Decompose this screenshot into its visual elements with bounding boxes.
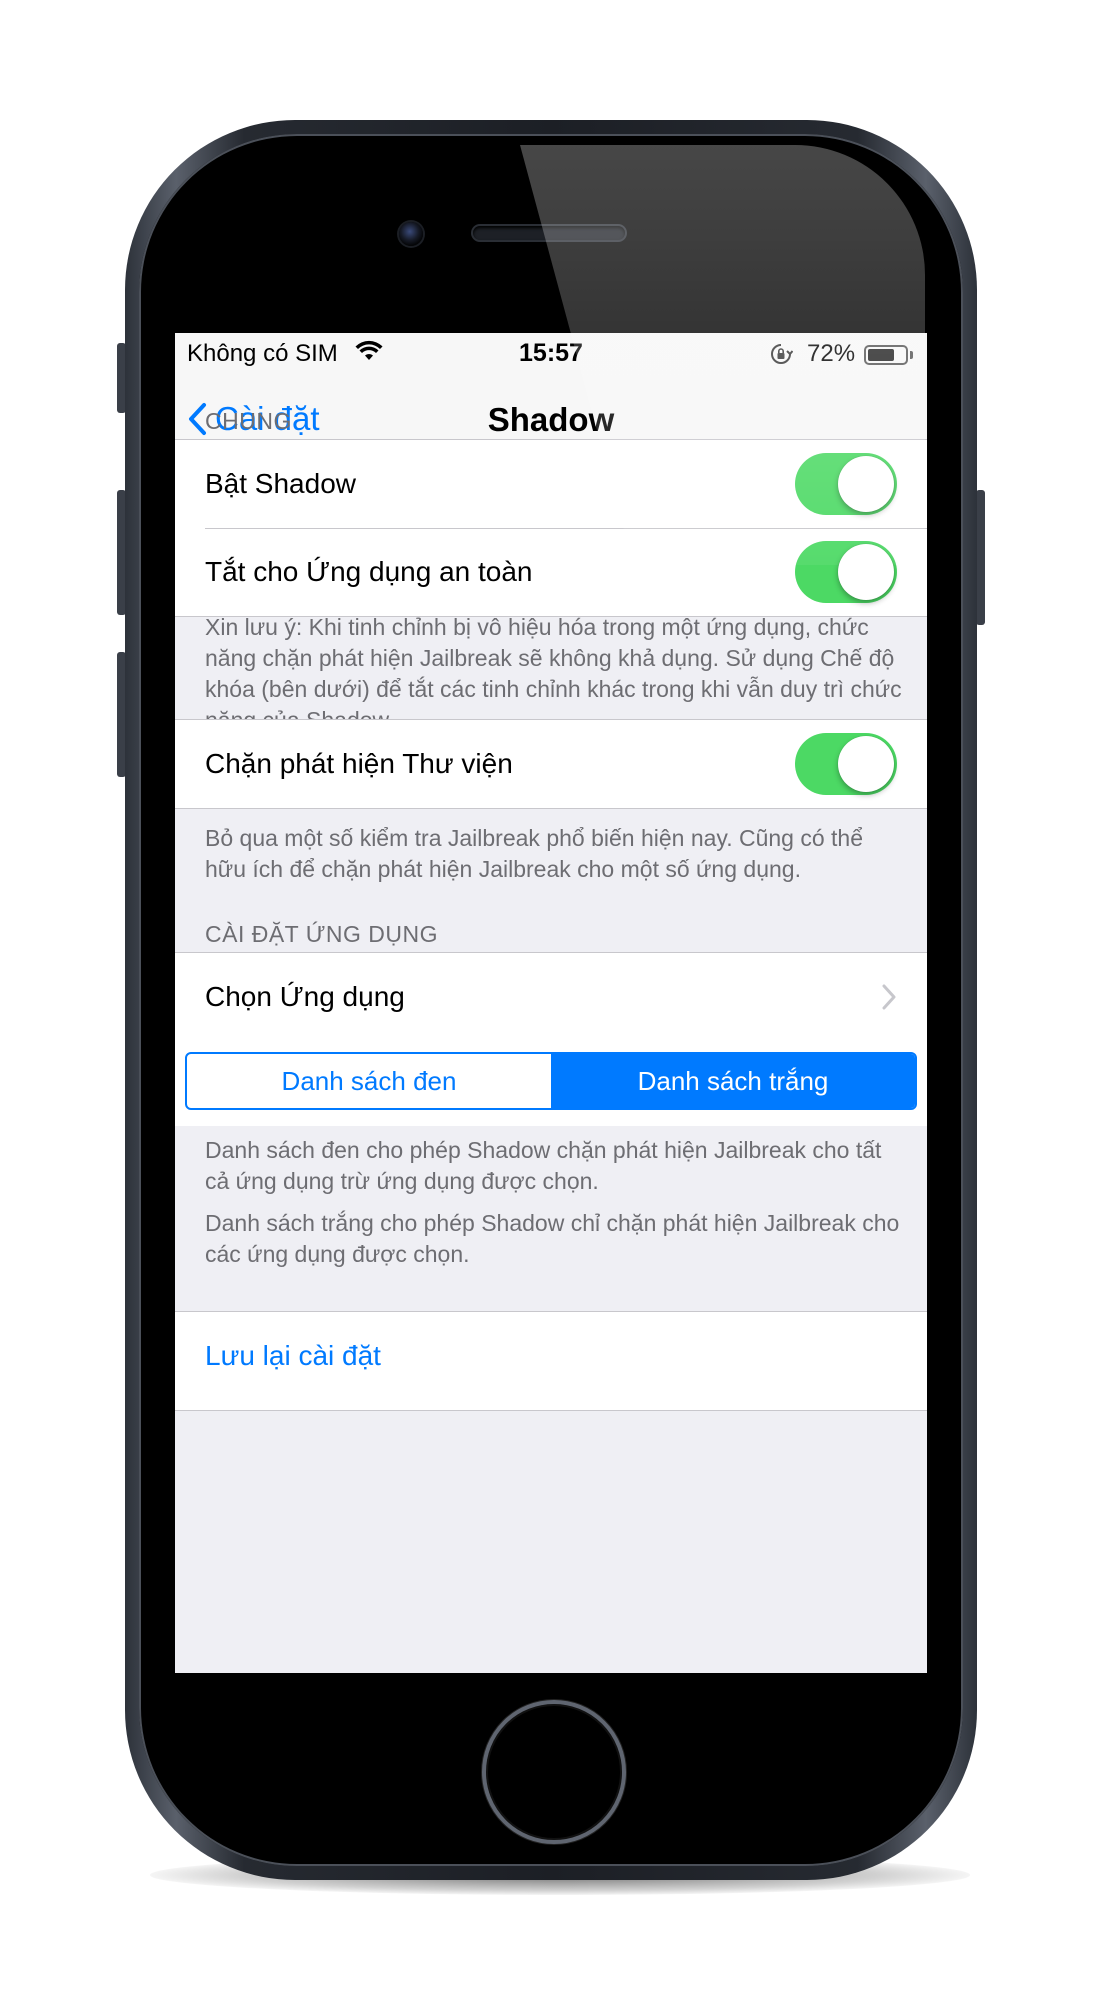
choose-app-label: Chọn Ứng dụng (205, 981, 405, 1012)
screen: Không có SIM 15:57 72% Cài đặt Shadow CH… (175, 333, 927, 1673)
orientation-lock-icon (769, 342, 794, 373)
segment-whitelist[interactable]: Danh sách trắng (551, 1054, 915, 1108)
chevron-right-icon (882, 984, 896, 1010)
cell-label: Chặn phát hiện Thư viện (205, 748, 513, 779)
battery-percent: 72% (807, 340, 856, 367)
enable-shadow-toggle[interactable] (795, 453, 897, 515)
earpiece-speaker (473, 226, 625, 240)
segment-blacklist[interactable]: Danh sách đen (187, 1054, 551, 1108)
battery-tip (910, 351, 913, 359)
section-header-app-settings: CÀI ĐẶT ỨNG DỤNG (205, 921, 438, 947)
home-button[interactable] (482, 1700, 626, 1844)
cell-library-detection: Chặn phát hiện Thư viện (175, 720, 927, 808)
front-camera (399, 222, 423, 246)
power-button (976, 490, 985, 625)
library-detection-toggle[interactable] (795, 733, 897, 795)
blacklist-footer-note: Danh sách đen cho phép Shadow chặn phát … (205, 1137, 882, 1194)
save-settings-label: Lưu lại cài đặt (205, 1340, 381, 1371)
status-bar: Không có SIM 15:57 72% (175, 333, 927, 377)
list-mode-segmented-control: Danh sách đen Danh sách trắng (185, 1052, 917, 1110)
whitelist-footer-note: Danh sách trắng cho phép Shadow chỉ chặn… (205, 1210, 900, 1267)
cell-disable-safe-apps: Tắt cho Ứng dụng an toàn (175, 528, 927, 616)
disable-safe-apps-toggle[interactable] (795, 541, 897, 603)
cell-label: Tắt cho Ứng dụng an toàn (205, 556, 533, 587)
group-save: Lưu lại cài đặt (175, 1311, 927, 1411)
group-app-settings: Chọn Ứng dụng (175, 952, 927, 1042)
battery-icon (864, 345, 908, 365)
toggle-knob (838, 456, 894, 512)
section-header-general: CHUNG (205, 408, 292, 434)
general-footer-note: Xin lưu ý: Khi tinh chỉnh bị vô hiệu hóa… (205, 614, 902, 733)
group-general: Bật Shadow Tắt cho Ứng dụng an toàn (175, 439, 927, 617)
list-mode-bar: Danh sách đen Danh sách trắng (175, 1038, 927, 1126)
group-library: Chặn phát hiện Thư viện (175, 719, 927, 809)
battery-level (868, 349, 894, 361)
toggle-knob (838, 544, 894, 600)
toggle-knob (838, 736, 894, 792)
library-footer-note: Bỏ qua một số kiểm tra Jailbreak phổ biế… (205, 825, 864, 882)
cell-enable-shadow: Bật Shadow (175, 440, 927, 528)
cell-label: Bật Shadow (205, 468, 356, 499)
save-settings-button[interactable]: Lưu lại cài đặt (175, 1312, 927, 1400)
cell-choose-app[interactable]: Chọn Ứng dụng (175, 953, 927, 1041)
